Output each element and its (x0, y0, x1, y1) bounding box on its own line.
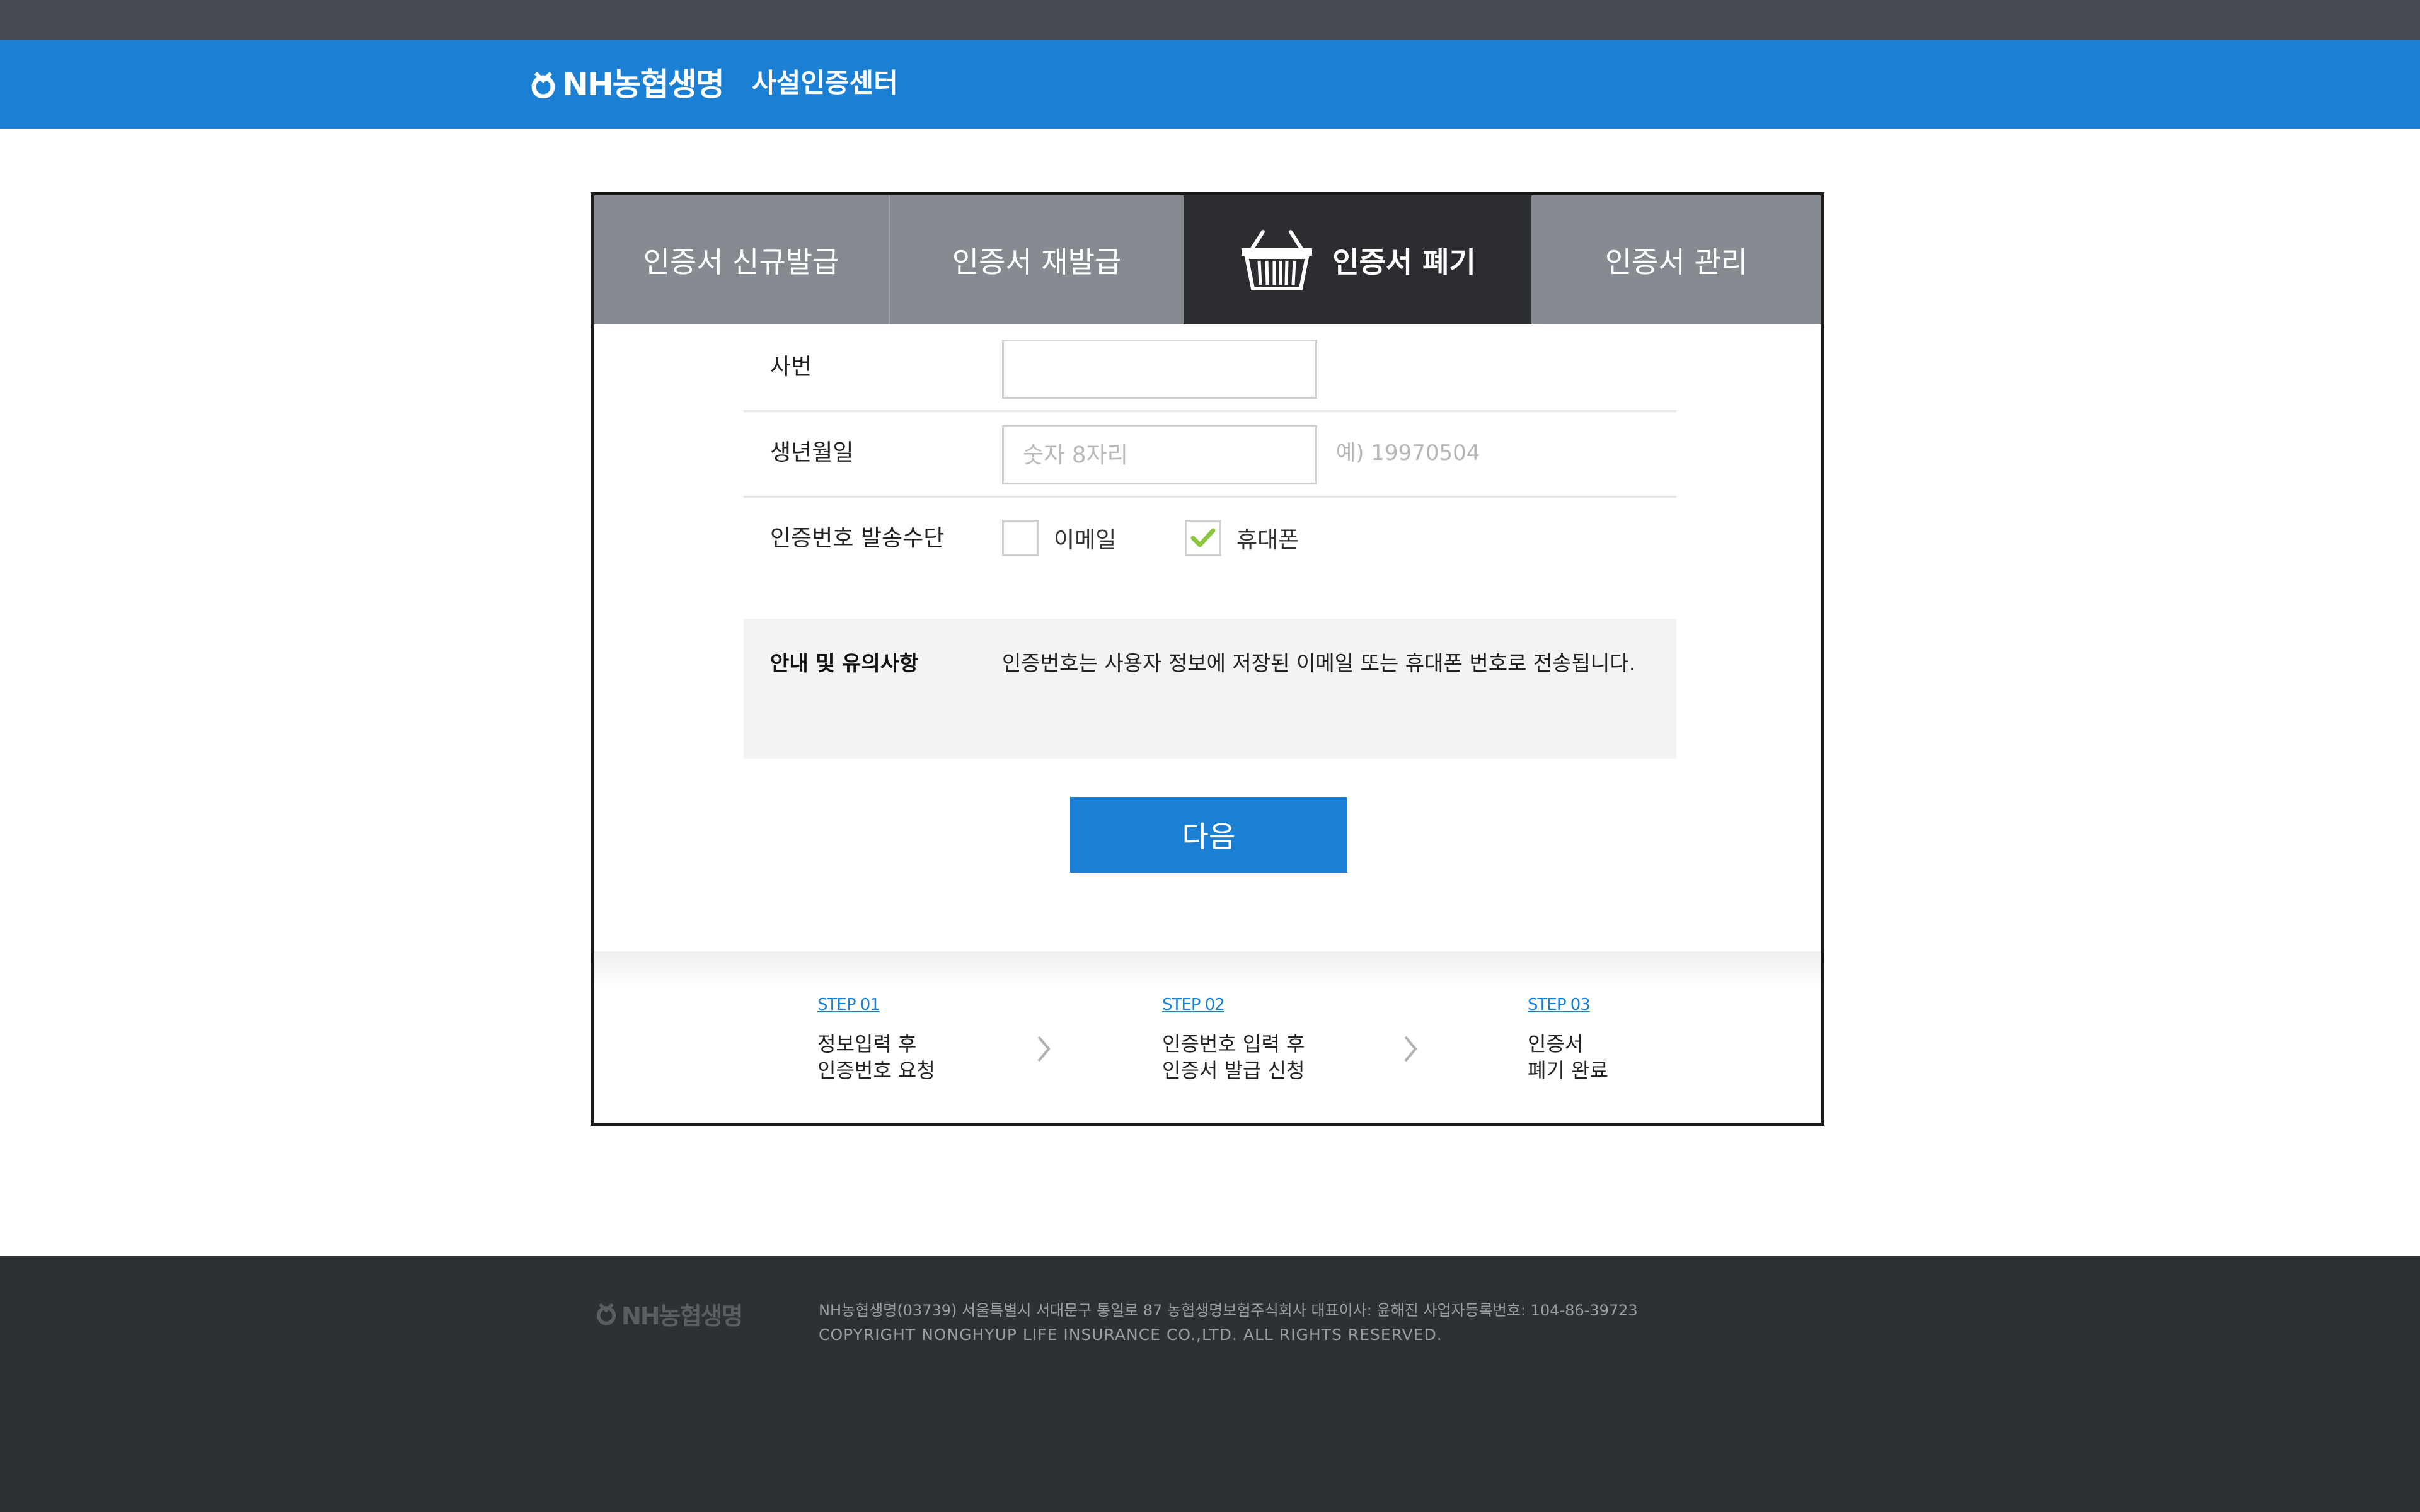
chevron-right-icon (1404, 1036, 1417, 1062)
tab-label: 인증서 폐기 (1332, 244, 1476, 279)
step-description: 인증번호 입력 후 인증서 발급 신청 (1162, 1031, 1351, 1084)
checkmark-icon (1190, 528, 1216, 547)
send-method-label: 인증번호 발송수단 (770, 525, 945, 551)
logo[interactable]: NH농협생명 (529, 66, 725, 103)
tab-reissue[interactable]: 인증서 재발급 (890, 195, 1184, 324)
footer-logo-text: NH농협생명 (621, 1302, 743, 1330)
birthdate-row: 생년월일 예) 19970504 (744, 410, 1676, 498)
send-method-row: 인증번호 발송수단 이메일 휴대폰 (744, 496, 1676, 581)
phone-option-label: 휴대폰 (1236, 527, 1299, 553)
page-title: 사설인증센터 (752, 67, 898, 98)
next-button[interactable]: 다음 (1070, 797, 1347, 873)
step-description: 인증서 폐기 완료 (1528, 1031, 1717, 1084)
tab-label: 인증서 재발급 (952, 244, 1122, 279)
tab-label: 인증서 신규발급 (643, 244, 839, 279)
step-number: STEP 01 (817, 995, 880, 1014)
step-1: STEP 01 정보입력 후 인증번호 요청 (817, 995, 1006, 1084)
birthdate-hint: 예) 19970504 (1336, 440, 1480, 466)
tab-bar: 인증서 신규발급 인증서 재발급 인증서 폐기 인증서 관리 (594, 195, 1821, 324)
step-number: STEP 02 (1162, 995, 1225, 1014)
step-3: STEP 03 인증서 폐기 완료 (1528, 995, 1717, 1084)
tab-manage[interactable]: 인증서 관리 (1531, 195, 1821, 324)
notice-title: 안내 및 유의사항 (770, 651, 919, 675)
certificate-panel: 인증서 신규발급 인증서 재발급 인증서 폐기 인증서 관리 사번 생년월일 예… (591, 192, 1824, 1126)
tab-label: 인증서 관리 (1605, 244, 1748, 279)
footer-logo: NH농협생명 (595, 1300, 743, 1330)
step-line: 인증서 발급 신청 (1162, 1058, 1305, 1082)
notice-text: 인증번호는 사용자 정보에 저장된 이메일 또는 휴대폰 번호로 전송됩니다. (1002, 651, 1636, 675)
footer-address: NH농협생명(03739) 서울특별시 서대문구 통일로 87 농협생명보험주식… (819, 1302, 1638, 1319)
footer: NH농협생명 NH농협생명(03739) 서울특별시 서대문구 통일로 87 농… (0, 1256, 2420, 1512)
phone-checkbox[interactable] (1185, 520, 1221, 556)
basket-icon (1242, 229, 1313, 290)
tab-revoke[interactable]: 인증서 폐기 (1184, 195, 1531, 324)
employee-id-label: 사번 (770, 354, 812, 380)
birthdate-label: 생년월일 (770, 440, 854, 466)
step-description: 정보입력 후 인증번호 요청 (817, 1031, 1006, 1084)
employee-id-input[interactable] (1002, 340, 1317, 399)
step-line: 인증번호 요청 (817, 1058, 935, 1082)
nh-logo-icon (596, 1303, 616, 1325)
tab-new-issue[interactable]: 인증서 신규발급 (594, 195, 890, 324)
step-line: 폐기 완료 (1528, 1058, 1608, 1082)
logo-text: NH농협생명 (562, 66, 725, 103)
employee-id-row: 사번 (744, 324, 1676, 412)
notice-box: 안내 및 유의사항 인증번호는 사용자 정보에 저장된 이메일 또는 휴대폰 번… (744, 619, 1676, 759)
step-line: 인증번호 입력 후 (1162, 1032, 1305, 1056)
email-option[interactable]: 이메일 (1002, 520, 1116, 556)
email-option-label: 이메일 (1054, 527, 1117, 553)
chevron-right-icon (1037, 1036, 1051, 1062)
header: NH농협생명 사설인증센터 (0, 40, 2420, 129)
footer-copyright: COPYRIGHT NONGHYUP LIFE INSURANCE CO.,LT… (819, 1326, 1443, 1344)
step-line: 인증서 (1528, 1032, 1584, 1056)
birthdate-input[interactable] (1002, 425, 1317, 484)
phone-option[interactable]: 휴대폰 (1185, 520, 1299, 556)
step-2: STEP 02 인증번호 입력 후 인증서 발급 신청 (1162, 995, 1351, 1084)
step-number: STEP 03 (1528, 995, 1591, 1014)
step-line: 정보입력 후 (817, 1032, 917, 1056)
step-guide: STEP 01 정보입력 후 인증번호 요청 STEP 02 인증번호 입력 후… (594, 951, 1821, 1123)
nh-logo-icon (531, 71, 555, 98)
top-bar (0, 0, 2420, 40)
email-checkbox[interactable] (1002, 520, 1039, 556)
